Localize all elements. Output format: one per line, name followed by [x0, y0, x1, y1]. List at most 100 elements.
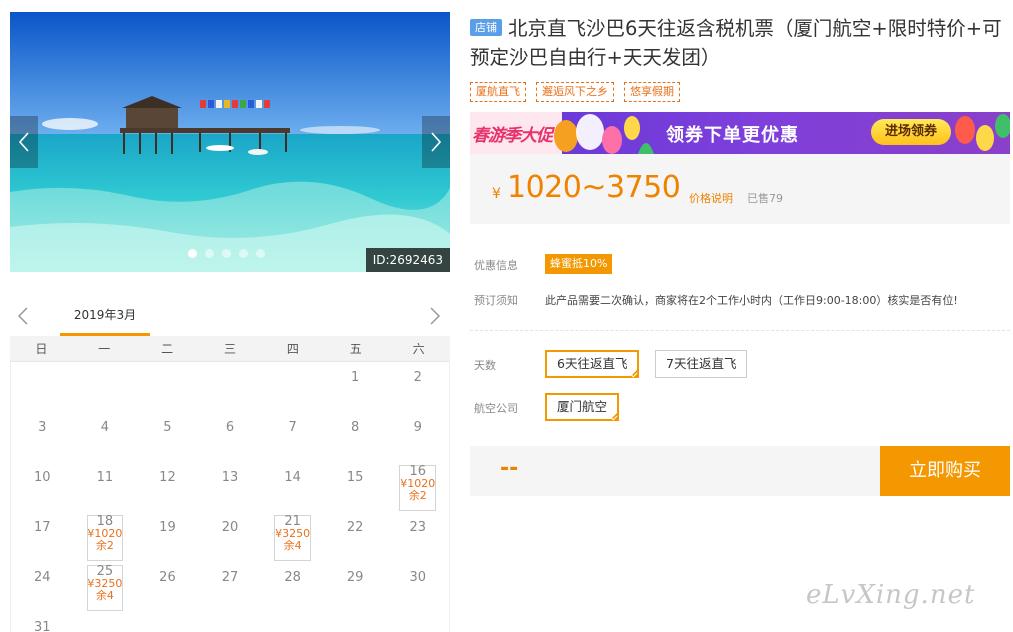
check-icon	[630, 370, 638, 378]
option-days-7[interactable]: 7天往返直飞	[655, 350, 748, 378]
calendar-week-row: 31	[11, 612, 449, 632]
day-number: 16	[409, 464, 427, 479]
calendar-day-cell: 10	[11, 462, 74, 512]
hero-image[interactable]: ID:2692463	[10, 12, 450, 272]
calendar-day-cell: 26	[136, 562, 199, 612]
hero-dot[interactable]	[205, 249, 214, 258]
calendar-nav: 2019年3月	[10, 300, 450, 336]
banner-spring-text: 春游季大促	[472, 126, 553, 146]
hero-dot[interactable]	[222, 249, 231, 258]
weekday-label: 日	[35, 342, 48, 356]
chevron-left-icon[interactable]	[16, 306, 30, 326]
chevron-right-icon[interactable]	[428, 306, 442, 326]
day-number: 20	[221, 520, 239, 535]
weekday-label: 二	[161, 342, 174, 356]
currency-symbol: ¥	[492, 186, 501, 202]
day-number: 29	[346, 570, 364, 585]
option-airline-xiamen[interactable]: 厦门航空	[545, 393, 620, 421]
day-number: 1	[351, 370, 360, 385]
calendar-day-cell	[136, 612, 199, 632]
section-divider	[470, 330, 1010, 331]
day-number: 7	[288, 420, 297, 435]
calendar-weekday-header: 日 一 二 三 四 五 六	[10, 336, 450, 362]
weekday-label: 一	[98, 342, 111, 356]
calendar-week-row: 3 4 5 6 7 8 9	[11, 412, 449, 462]
hero-prev-button[interactable]	[10, 116, 38, 168]
day-number: 25	[96, 564, 114, 579]
image-id-label: ID:2692463	[365, 248, 450, 272]
day-number: 12	[159, 470, 176, 485]
calendar-week-row: 10 11 12 13 14 15 16 ¥1020 余2	[11, 462, 449, 512]
calendar: 2019年3月 日 一 二 三 四 五 六 1 2 3 4 5 6 7 8 9 10 11 12 13 1…	[10, 300, 450, 632]
price-panel: ¥ 1020~3750 价格说明 已售79	[470, 154, 1010, 224]
hero-next-button[interactable]	[422, 116, 450, 168]
day-number: 4	[100, 420, 109, 435]
calendar-month-tab[interactable]: 2019年3月	[60, 300, 150, 336]
calendar-day-cell: 9	[386, 412, 449, 462]
day-number: 28	[284, 570, 301, 585]
calendar-day-cell: 31	[11, 612, 74, 632]
option-days-6[interactable]: 6天往返直飞	[545, 350, 640, 378]
get-coupon-button[interactable]: 进场领券	[871, 119, 951, 145]
day-stock: 余4	[95, 589, 114, 602]
calendar-day-cell	[386, 612, 449, 632]
product-tag: 厦航直飞	[470, 82, 526, 102]
calendar-grid: 1 2 3 4 5 6 7 8 9 10 11 12 13 14 15 16 ¥1020 余2 17 18 ¥1020 余…	[10, 362, 450, 632]
day-number: 5	[163, 420, 172, 435]
calendar-day-cell: 24	[11, 562, 74, 612]
calendar-day-cell: 13	[199, 462, 262, 512]
day-number: 31	[34, 620, 51, 632]
calendar-day-cell: 27	[199, 562, 262, 612]
day-number: 27	[221, 570, 239, 585]
calendar-day-available[interactable]: 21 ¥3250 余4	[261, 512, 324, 562]
promo-info-label: 优惠信息	[474, 259, 518, 272]
promo-banner[interactable]: 春游季大促 领券下单更优惠 进场领券	[470, 112, 1010, 154]
days-label: 天数	[474, 359, 496, 372]
day-number: 11	[96, 470, 114, 485]
day-stock: 余2	[408, 489, 427, 502]
check-icon	[610, 413, 618, 421]
price-range: 1020~3750	[507, 170, 681, 205]
hero-dots	[188, 249, 265, 258]
promo-badge[interactable]: 蜂蜜抵10%	[545, 254, 613, 274]
product-title-text: 北京直飞沙巴6天往返含税机票（厦门航空+限时特价+可预定沙巴自由行+天天发团）	[470, 17, 1002, 69]
total-price: --	[500, 456, 519, 481]
calendar-day-cell: 15	[324, 462, 387, 512]
calendar-day-cell: 17	[11, 512, 74, 562]
chevron-right-icon	[431, 132, 442, 152]
calendar-day-cell	[74, 362, 137, 412]
hero-dot[interactable]	[239, 249, 248, 258]
calendar-day-cell: 28	[261, 562, 324, 612]
calendar-day-cell	[261, 612, 324, 632]
calendar-day-cell: 22	[324, 512, 387, 562]
calendar-day-cell	[136, 362, 199, 412]
calendar-day-available[interactable]: 25 ¥3250 余4	[74, 562, 137, 612]
calendar-day-cell: 30	[386, 562, 449, 612]
hero-dot[interactable]	[256, 249, 265, 258]
watermark: eLvXing.net	[806, 580, 976, 610]
calendar-day-cell: 4	[74, 412, 137, 462]
calendar-day-cell	[199, 362, 262, 412]
calendar-day-cell: 8	[324, 412, 387, 462]
day-number: 23	[409, 520, 427, 535]
option-label: 厦门航空	[557, 399, 608, 414]
sold-count: 已售79	[747, 192, 783, 205]
day-number: 10	[34, 470, 51, 485]
option-label: 7天往返直飞	[666, 356, 737, 371]
buy-now-button[interactable]: 立即购买	[880, 446, 1010, 496]
calendar-day-cell: 2	[386, 362, 449, 412]
day-number: 8	[351, 420, 360, 435]
calendar-day-cell: 3	[11, 412, 74, 462]
option-label: 6天往返直飞	[557, 356, 628, 371]
calendar-day-cell: 7	[261, 412, 324, 462]
purchase-bar: -- 立即购买	[470, 446, 1010, 496]
day-number: 24	[34, 570, 51, 585]
calendar-day-available[interactable]: 16 ¥1020 余2	[386, 462, 449, 512]
day-number: 22	[346, 520, 364, 535]
calendar-day-cell	[74, 612, 137, 632]
hero-dot[interactable]	[188, 249, 197, 258]
price-explanation-link[interactable]: 价格说明	[689, 190, 733, 206]
calendar-day-cell: 19	[136, 512, 199, 562]
shop-badge[interactable]: 店铺	[470, 19, 502, 36]
calendar-day-available[interactable]: 18 ¥1020 余2	[74, 512, 137, 562]
